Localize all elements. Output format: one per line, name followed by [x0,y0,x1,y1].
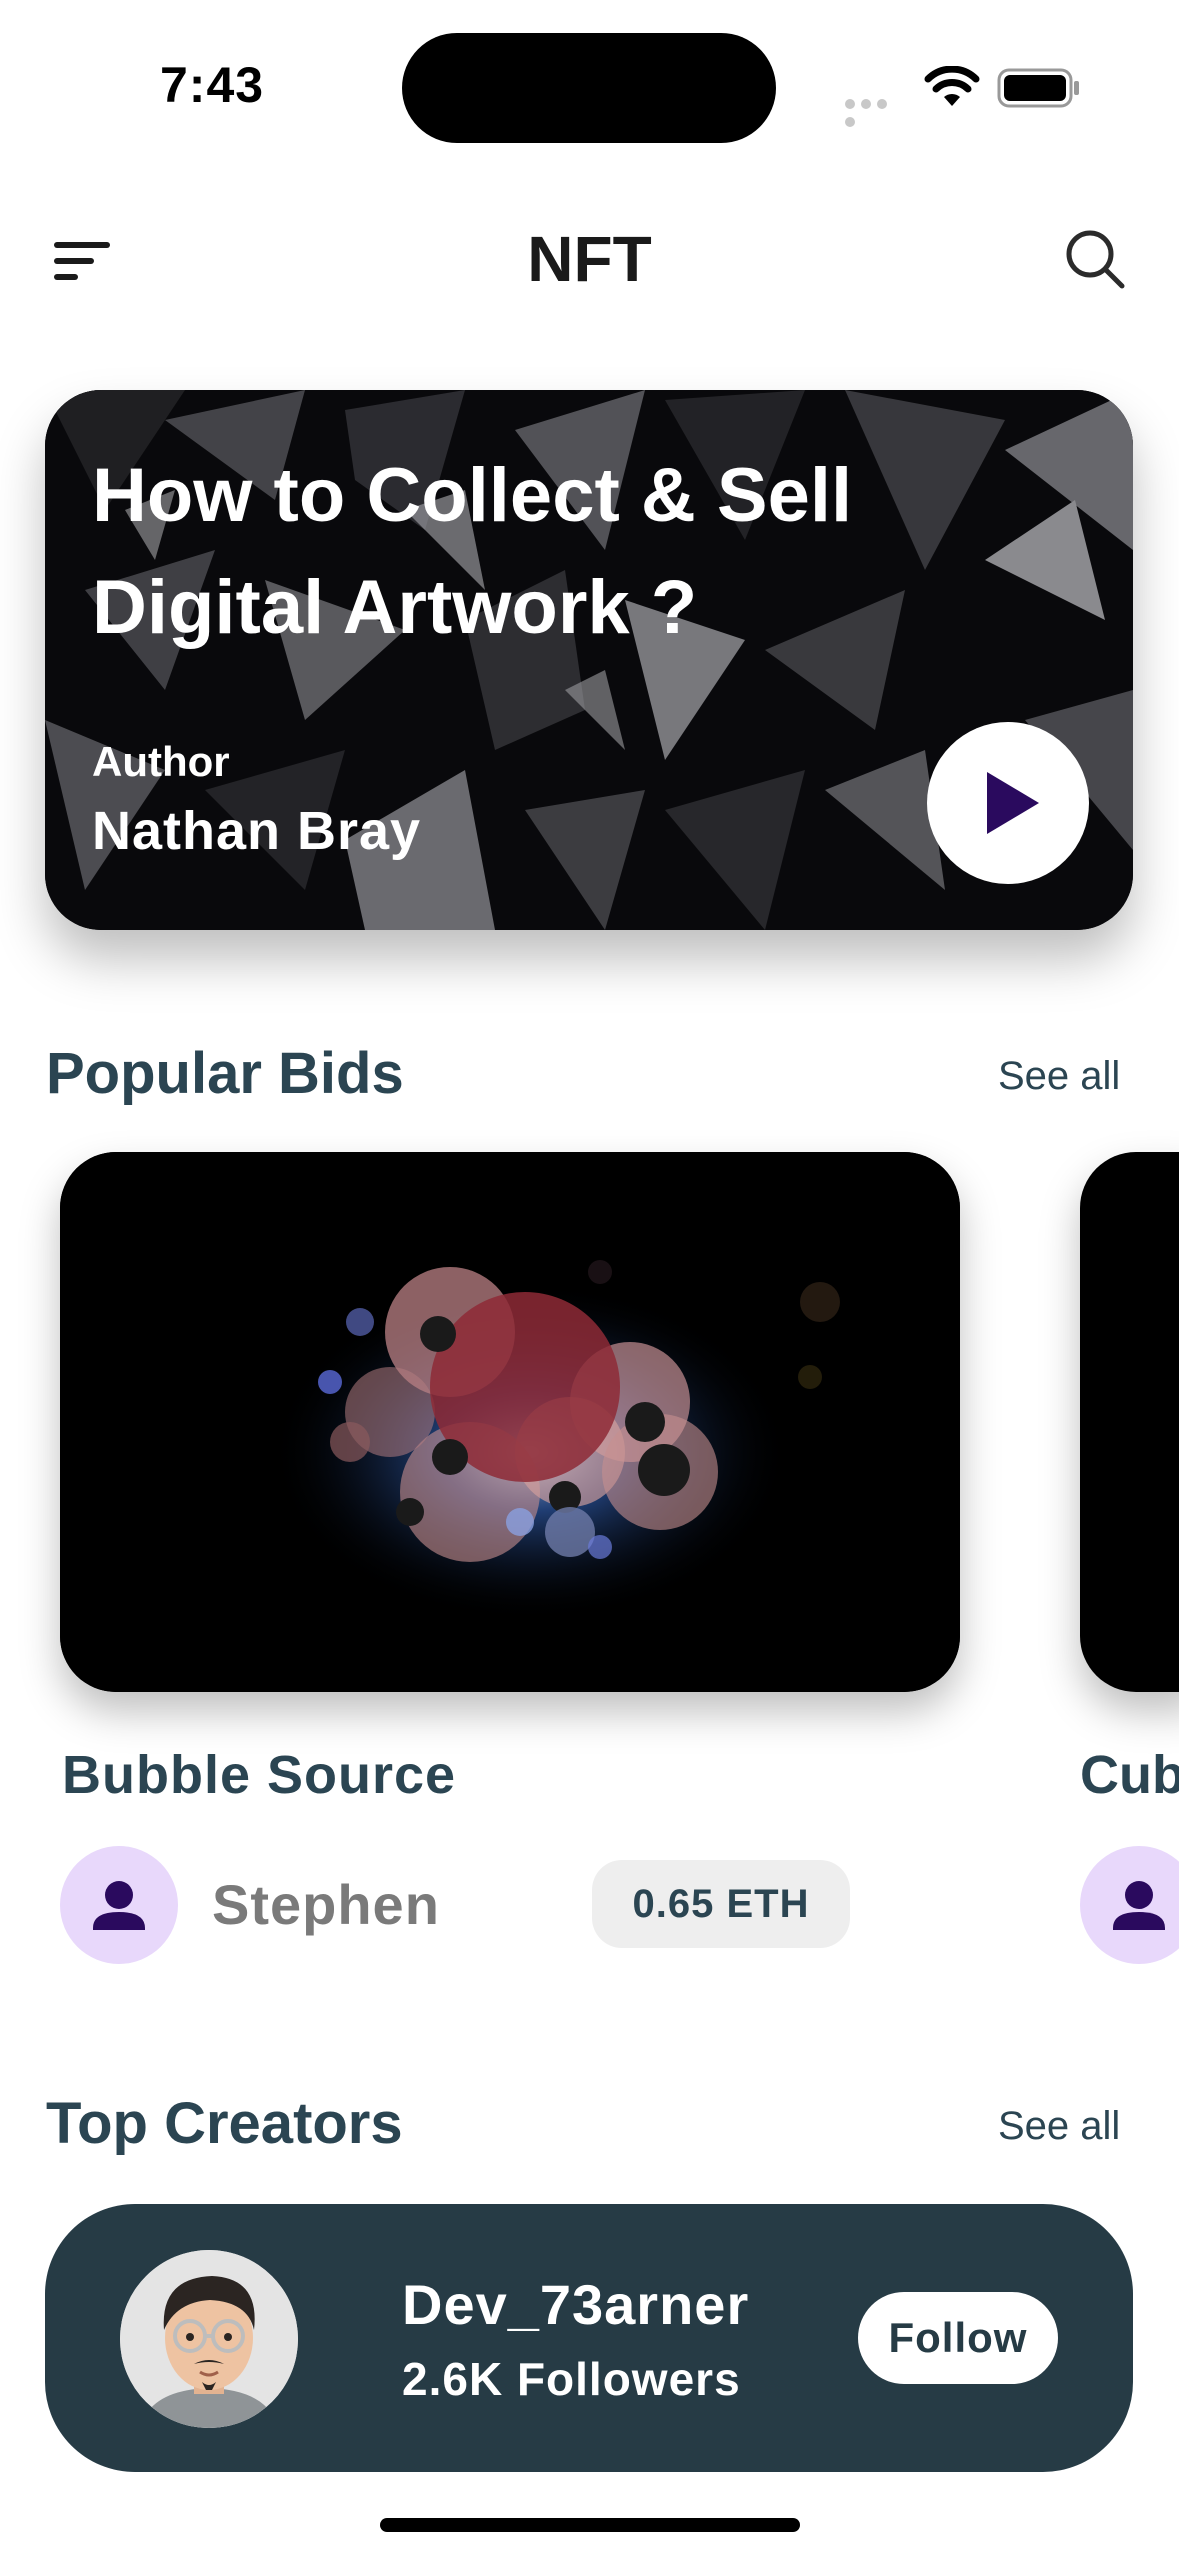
home-indicator[interactable] [380,2518,800,2532]
popular-bids-see-all-link[interactable]: See all [998,1054,1120,1099]
search-icon[interactable] [1064,228,1126,290]
cartoon-avatar-image [120,2250,298,2428]
wifi-icon [924,66,980,106]
price-badge: 0.65 ETH [592,1860,850,1948]
status-time: 7:43 [160,57,265,113]
top-creators-title: Top Creators [46,2091,403,2156]
play-icon [987,772,1039,834]
owner-avatar[interactable] [60,1846,178,1964]
battery-icon [997,68,1079,108]
top-creators-see-all-link[interactable]: See all [998,2104,1120,2149]
person-icon [93,1881,145,1930]
owner-avatar-2[interactable] [1080,1846,1179,1964]
bid-card-image-2[interactable] [1080,1152,1179,1692]
dynamic-island [402,33,776,143]
owner-name: Stephen [212,1873,440,1936]
play-button[interactable] [927,722,1089,884]
cellular-signal-icon [845,96,907,127]
creator-name: Dev_73arner [402,2273,750,2336]
bid-card-image[interactable] [60,1152,960,1692]
hero-author-name: Nathan Bray [92,801,422,861]
bubble-artwork-image [60,1152,960,1692]
hero-title: How to Collect & Sell Digital Artwork ? [92,453,853,650]
follow-button[interactable]: Follow [858,2292,1058,2384]
bid-item-name: Bubble Source [62,1745,457,1805]
popular-bids-title: Popular Bids [46,1041,404,1106]
bid-item-name-2: Cub [1080,1745,1179,1805]
creator-avatar[interactable] [120,2250,298,2428]
hero-author-label: Author [92,738,230,785]
page-title: NFT [527,223,652,295]
creator-followers: 2.6K Followers [402,2353,741,2405]
person-icon [1113,1881,1165,1930]
